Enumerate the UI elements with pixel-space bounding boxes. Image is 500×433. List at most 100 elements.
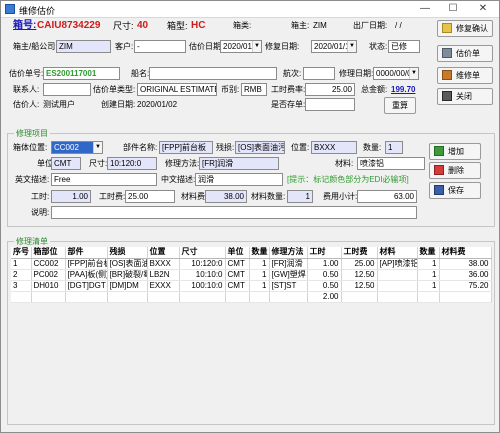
material-cost-field[interactable]: 38.00	[205, 190, 247, 203]
repair-time-picker[interactable]: 0000/00/00 ▼	[373, 67, 419, 80]
delete-item-button[interactable]: 删除	[429, 162, 481, 179]
contact-field[interactable]	[43, 83, 91, 96]
table-cell: EXXX	[147, 280, 180, 292]
close-button[interactable]: 关闭	[437, 88, 493, 105]
en-desc-field[interactable]: Free	[51, 173, 157, 186]
quantity-field[interactable]: 1	[385, 141, 403, 154]
unit-field[interactable]: CMT	[51, 157, 81, 170]
repair-time-label: 修理日期:	[339, 69, 374, 78]
printer-icon	[442, 48, 452, 58]
total-hours-cell: 2.00	[307, 291, 342, 303]
close-window-button[interactable]: ✕	[469, 1, 497, 17]
table-cell	[377, 280, 418, 292]
damage-field[interactable]: [OS]表面油污	[235, 141, 285, 154]
table-row[interactable]: 2 PC002 [PAA]板(侧) [BR]破裂/霉 LB2N 10:10:0 …	[11, 269, 492, 281]
window-title: 维修估价	[19, 6, 56, 16]
column-header[interactable]: 工时	[307, 247, 342, 259]
repair-date-picker[interactable]: 2020/01/17 ▼	[311, 40, 357, 53]
column-header[interactable]: 修理方法	[269, 247, 308, 259]
note-field[interactable]	[51, 206, 417, 219]
est-type-field[interactable]: ORIGINAL ESTIMATE	[137, 83, 217, 96]
table-cell: 75.20	[439, 280, 492, 292]
voyage-field[interactable]	[303, 67, 335, 80]
check-icon	[442, 23, 452, 33]
payable-field[interactable]	[305, 98, 355, 111]
table-cell: 2	[11, 269, 32, 281]
chevron-down-icon: ▼	[347, 41, 356, 52]
estimate-sheet-button[interactable]: 估价单	[437, 45, 493, 62]
voyage-label: 航次:	[283, 69, 302, 78]
est-no-label: 估价单号:	[9, 69, 44, 78]
maximize-button[interactable]: ☐	[439, 1, 467, 17]
en-desc-label: 英文描述:	[15, 175, 50, 184]
method-field[interactable]: [FR]润滑	[199, 157, 279, 170]
location-field[interactable]: BXXX	[311, 141, 357, 154]
title-bar: 维修估价 — ☐ ✕	[1, 1, 499, 18]
column-header[interactable]: 数量	[249, 247, 270, 259]
position-select[interactable]: CC002 ▼	[51, 141, 103, 154]
table-cell: CMT	[225, 280, 250, 292]
save-item-button[interactable]: 保存	[429, 182, 481, 199]
ship-field[interactable]	[149, 67, 277, 80]
owner-value: ZIM	[313, 21, 327, 30]
add-item-button[interactable]: 增加	[429, 143, 481, 160]
subtotal-field[interactable]: 63.00	[357, 190, 417, 203]
company-label: 箱主/船公司:	[13, 42, 58, 51]
table-cell: [ST]ST	[269, 280, 308, 292]
hours-field[interactable]: 1.00	[51, 190, 91, 203]
column-header[interactable]: 数量	[417, 247, 440, 259]
column-header[interactable]: 材料费	[439, 247, 492, 259]
box-no-value: CAIU8734229	[37, 20, 101, 31]
material-qty-field[interactable]: 1	[287, 190, 313, 203]
table-cell: [PAA]板(侧)	[65, 269, 108, 281]
status-field[interactable]: 已修	[388, 40, 420, 53]
labor-cost-field[interactable]: 25.00	[125, 190, 175, 203]
column-header[interactable]: 位置	[147, 247, 180, 259]
confirm-repair-button[interactable]: 修复确认	[437, 20, 493, 37]
hours-label: 工时:	[31, 192, 50, 201]
customer-field[interactable]: -	[134, 40, 186, 53]
column-header[interactable]: 残损	[107, 247, 148, 259]
currency-field[interactable]: RMB	[241, 83, 267, 96]
category-label: 箱类:	[233, 21, 252, 30]
table-cell: 1	[249, 269, 270, 281]
method-label: 修理方法:	[165, 159, 200, 168]
column-header[interactable]: 工时费	[341, 247, 378, 259]
column-header[interactable]: 单位	[225, 247, 250, 259]
table-cell: 0.50	[307, 280, 342, 292]
hour-rate-field[interactable]: 25.00	[305, 83, 355, 96]
column-header[interactable]: 尺寸	[179, 247, 226, 259]
table-cell: 1	[11, 258, 32, 270]
delete-icon	[434, 165, 444, 175]
minimize-button[interactable]: —	[411, 1, 439, 17]
recalc-button[interactable]: 重算	[384, 97, 416, 114]
subtotal-label: 费用小计:	[323, 192, 358, 201]
material-field[interactable]: 喷漆铝	[357, 157, 425, 170]
company-field[interactable]: ZIM	[56, 40, 111, 53]
est-no-field[interactable]: ES200117001	[43, 67, 120, 80]
total-value[interactable]: 199.70	[391, 84, 415, 96]
table-cell: 12.50	[341, 269, 378, 281]
cn-desc-field[interactable]: 润滑	[195, 173, 283, 186]
item-size-label: 尺寸:	[89, 159, 108, 168]
column-header[interactable]: 部件	[65, 247, 108, 259]
table-row[interactable]: 3 DH010 [DGT]DGT [DM]DM EXXX 100:10:0 CM…	[11, 280, 492, 292]
part-field[interactable]: [FPP]前台板	[159, 141, 213, 154]
repair-list-group-title: 修理清单	[14, 236, 50, 247]
part-label: 部件名称:	[123, 143, 158, 152]
item-size-field[interactable]: 10:120:0	[107, 157, 157, 170]
status-label: 状态:	[369, 42, 388, 51]
size-value: 40	[137, 20, 149, 31]
column-header[interactable]: 材料	[377, 247, 418, 259]
repair-list-table: 序号 箱部位 部件 残损 位置 尺寸 单位 数量 修理方法 工时 工时费 材料 …	[11, 247, 492, 303]
column-header[interactable]: 序号	[11, 247, 32, 259]
est-date-picker[interactable]: 2020/01/02 ▼	[220, 40, 262, 53]
column-header[interactable]: 箱部位	[31, 247, 66, 259]
est-type-label: 估价单类型:	[93, 85, 136, 94]
quantity-label: 数量:	[363, 143, 382, 152]
table-cell: [FPP]前台板	[65, 258, 108, 270]
exit-date-label: 出厂日期:	[353, 21, 388, 30]
edi-hint-text: [提示：标记颜色部分为EDI必输项]	[287, 175, 409, 184]
repair-sheet-button[interactable]: 维修单	[437, 67, 493, 84]
table-row[interactable]: 1 CC002 [FPP]前台板 [OS]表面油污 BXXX 10:120:0 …	[11, 258, 492, 270]
